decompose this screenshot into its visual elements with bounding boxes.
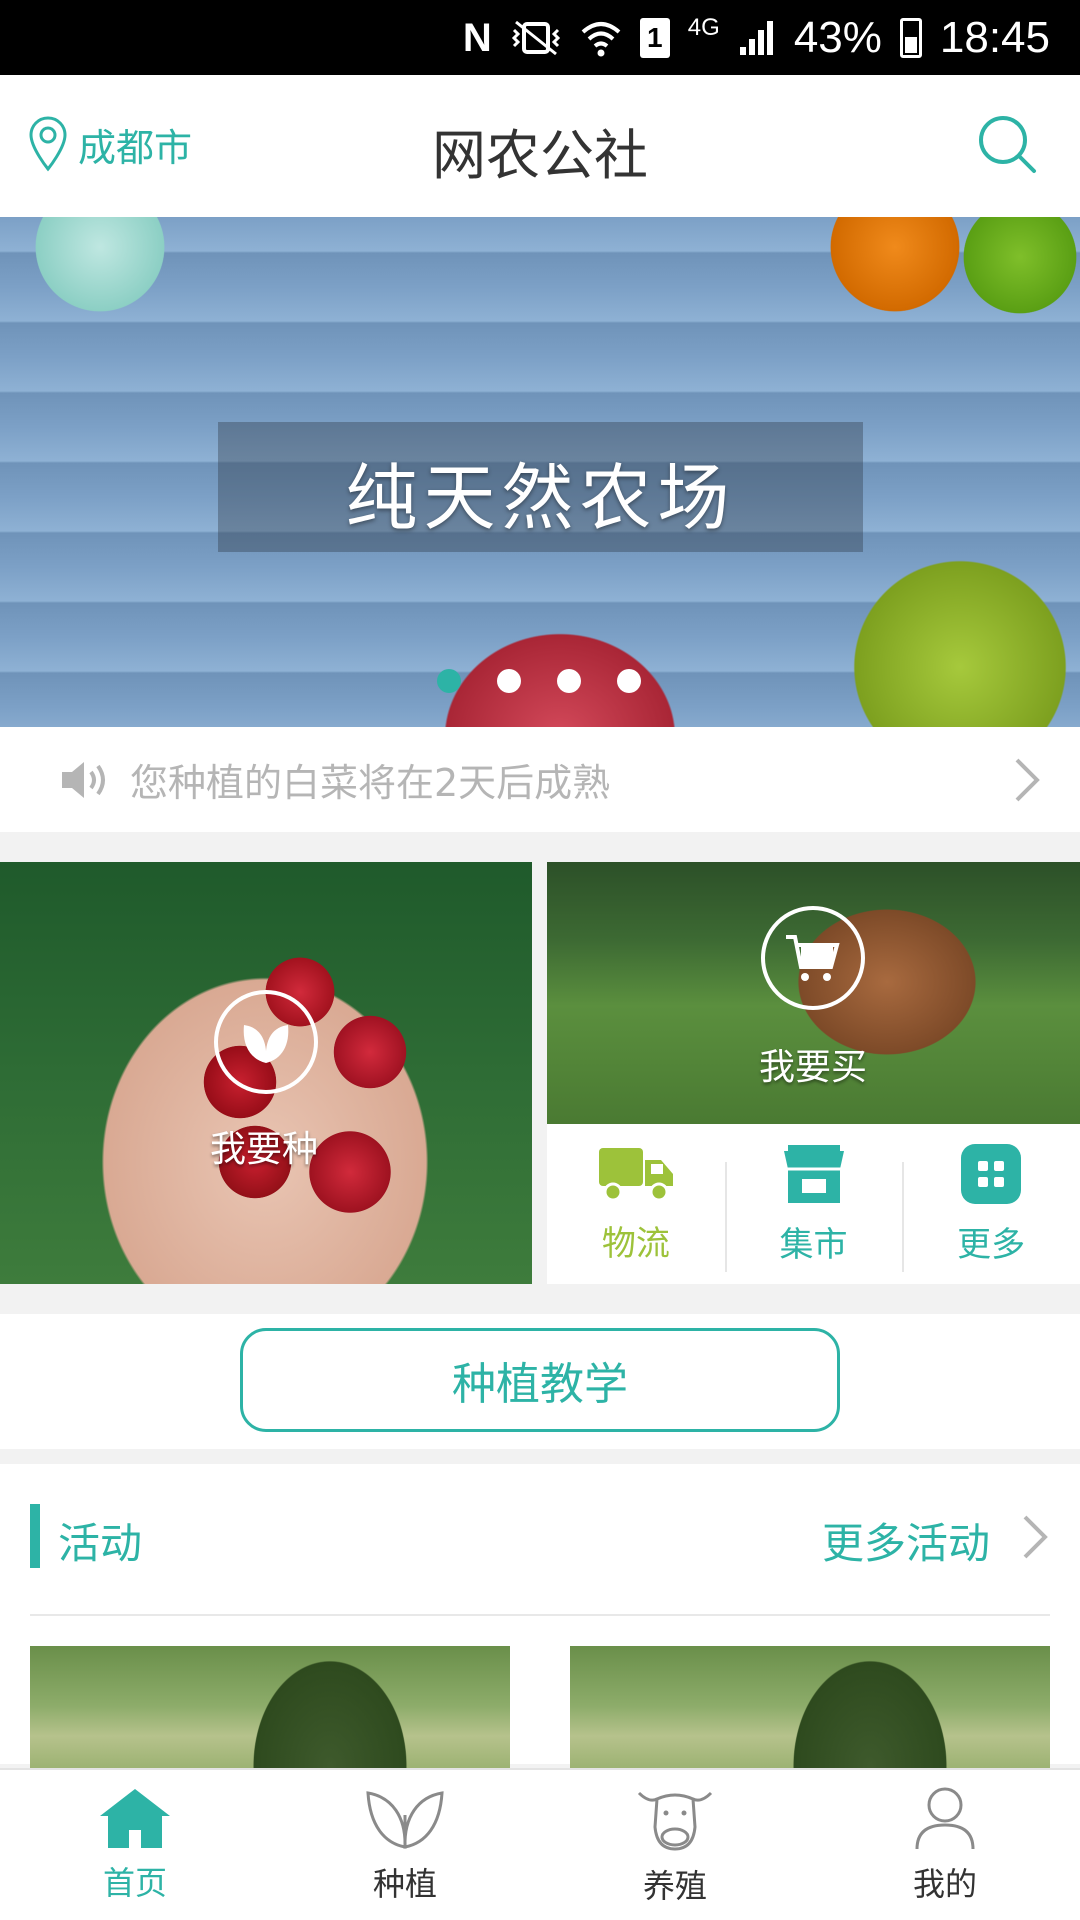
user-icon (915, 1787, 975, 1850)
carousel-dot[interactable] (617, 669, 641, 693)
nav-label: 养殖 (642, 1867, 707, 1905)
nav-label: 我的 (912, 1865, 977, 1903)
plant-card[interactable]: 我要种 (0, 862, 532, 1284)
quick-link-label: 集市 (779, 1224, 848, 1265)
nav-label: 首页 (102, 1864, 167, 1902)
quick-link-logistics[interactable]: 物流 (547, 1124, 725, 1284)
nav-home[interactable]: 首页 (0, 1770, 270, 1920)
app-header: 成都市 网农公社 (0, 75, 1080, 217)
cart-icon (786, 935, 840, 981)
banner-title: 纯天然农场 (345, 456, 736, 540)
search-button[interactable] (976, 113, 1040, 181)
section-accent-bar (30, 1504, 40, 1568)
home-icon (100, 1789, 170, 1848)
plant-label: 我要种 (210, 1129, 319, 1170)
grid-icon (961, 1143, 1022, 1204)
quick-link-label: 更多 (957, 1224, 1026, 1265)
buy-label: 我要买 (759, 1047, 868, 1088)
speaker-icon (62, 761, 105, 798)
carousel-dot[interactable] (437, 669, 461, 693)
truck-icon (598, 1147, 673, 1201)
planting-tutorial-button[interactable]: 种植教学 (240, 1328, 840, 1432)
signal-icon (739, 20, 773, 55)
buy-round-button (761, 906, 865, 1010)
nav-profile[interactable]: 我的 (810, 1770, 1080, 1920)
cow-icon (637, 1791, 713, 1851)
divider (30, 1614, 1050, 1616)
buy-card[interactable]: 我要买 (547, 862, 1080, 1124)
leaf-icon (243, 1025, 289, 1063)
chevron-right-icon[interactable] (1020, 1514, 1050, 1560)
chevron-right-icon (1015, 758, 1040, 802)
sprout-icon (366, 1791, 444, 1849)
teaching-section: 种植教学 (0, 1314, 1080, 1449)
quick-links: 物流 集市 更多 (547, 1124, 1080, 1284)
wifi-icon (581, 21, 621, 56)
nav-planting[interactable]: 种植 (270, 1770, 540, 1920)
status-bar: N 1 4G 43% 18:45 (0, 0, 1080, 75)
nav-label: 种植 (372, 1865, 437, 1903)
vibrate-icon (511, 20, 560, 55)
nav-breeding[interactable]: 养殖 (540, 1770, 810, 1920)
more-activities-link[interactable]: 更多活动 (822, 1510, 990, 1571)
planting-tutorial-label: 种植教学 (452, 1359, 628, 1410)
activities-section: 活动 更多活动 (0, 1464, 1080, 1796)
page-title: 网农公社 (432, 124, 648, 187)
notice-text: 您种植的白菜将在2天后成熟 (130, 761, 611, 805)
promo-banner[interactable]: 纯天然农场 (0, 217, 1080, 727)
activities-title: 活动 (58, 1519, 143, 1568)
nfc-icon: N (462, 15, 492, 60)
clock: 18:45 (939, 12, 1050, 62)
sim-icon: 1 (639, 17, 670, 58)
carousel-indicator (437, 669, 641, 693)
quick-link-more[interactable]: 更多 (902, 1124, 1080, 1284)
search-icon (979, 116, 1036, 173)
network-type: 4G (687, 14, 720, 41)
battery-percent: 43% (793, 12, 882, 62)
battery-icon (899, 17, 922, 58)
quick-link-market[interactable]: 集市 (724, 1124, 903, 1284)
store-icon (783, 1144, 844, 1203)
notice-bar[interactable]: 您种植的白菜将在2天后成熟 (0, 727, 1080, 832)
activities-header: 活动 更多活动 (30, 1504, 1050, 1568)
carousel-dot[interactable] (557, 669, 581, 693)
bottom-navigation: 首页 种植 养殖 我的 (0, 1768, 1080, 1920)
plant-round-button (214, 990, 318, 1094)
quick-link-label: 物流 (601, 1223, 670, 1264)
carousel-dot[interactable] (497, 669, 521, 693)
